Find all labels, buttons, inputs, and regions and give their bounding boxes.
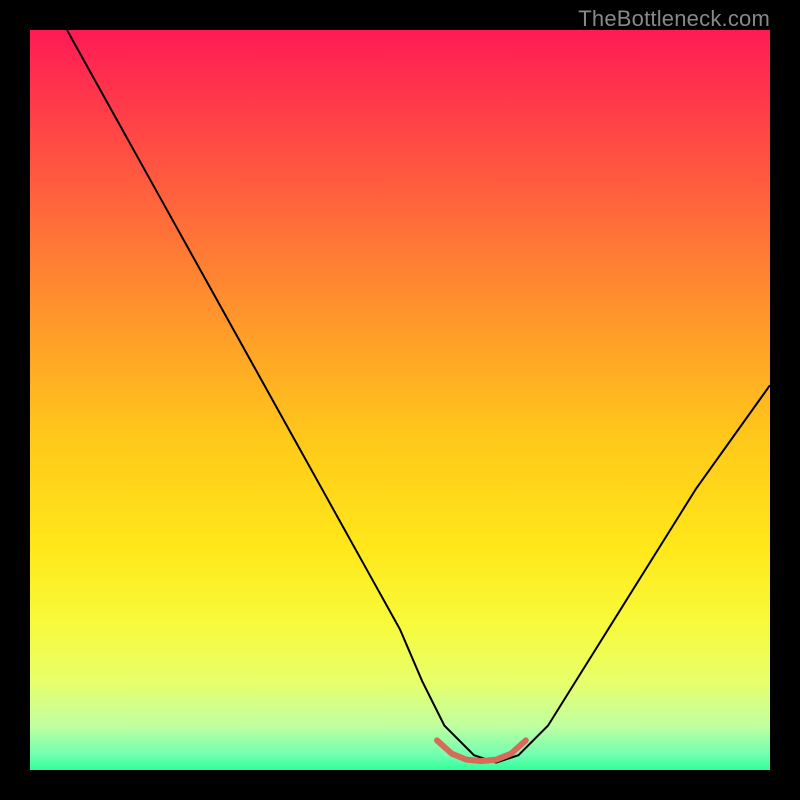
bottleneck-curve bbox=[67, 30, 770, 763]
plot-area bbox=[30, 30, 770, 770]
curve-layer bbox=[30, 30, 770, 770]
chart-container: TheBottleneck.com bbox=[0, 0, 800, 800]
watermark-text: TheBottleneck.com bbox=[578, 6, 770, 32]
